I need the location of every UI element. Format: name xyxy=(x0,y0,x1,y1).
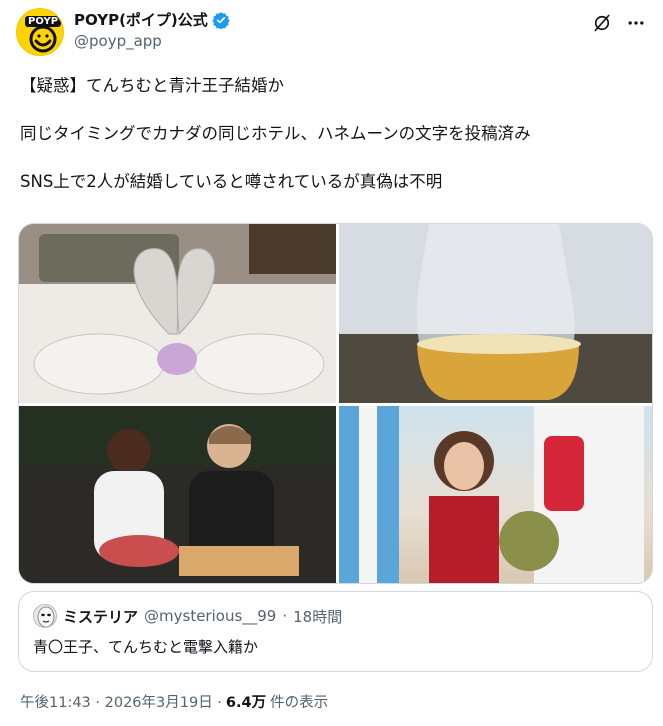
quote-time: 18時間 xyxy=(293,607,343,626)
quote-separator: · xyxy=(282,607,288,625)
photo-beer-glass[interactable] xyxy=(339,224,652,403)
author-handle[interactable]: @poyp_app xyxy=(74,31,230,51)
quote-avatar[interactable] xyxy=(33,604,57,628)
verified-badge-icon xyxy=(212,12,230,29)
photo-couple-dinner[interactable] xyxy=(19,406,336,583)
avatar[interactable]: POYP xyxy=(16,8,64,56)
smile-icon xyxy=(29,25,57,53)
views-label: 件の表示 xyxy=(270,695,329,711)
author-display-name[interactable]: POYP(ポイプ)公式 xyxy=(74,10,208,30)
media-grid xyxy=(18,223,653,584)
tweet-text: 【疑惑】てんちむと青汁王子結婚か 同じタイミングでカナダの同じホテル、ハネムーン… xyxy=(20,76,531,191)
tweet-footer: 午後11:43 · 2026年3月19日 · 6.4万 件の表示 xyxy=(20,691,328,712)
photo-beach-drinks[interactable] xyxy=(339,406,652,583)
timestamp[interactable]: 午後11:43 · 2026年3月19日 · xyxy=(20,691,222,712)
author-display-name-row[interactable]: POYP(ポイプ)公式 xyxy=(74,10,230,30)
quoted-tweet[interactable]: ミステリア @mysterious__99 · 18時間 青〇王子、てんちむと電… xyxy=(18,591,653,672)
quote-display-name: ミステリア xyxy=(63,607,139,626)
more-icon[interactable] xyxy=(625,12,647,34)
quote-text: 青〇王子、てんちむと電撃入籍か xyxy=(33,638,259,656)
photo-towel-swans[interactable] xyxy=(19,224,336,403)
grok-icon[interactable] xyxy=(591,12,613,34)
views-count[interactable]: 6.4万 xyxy=(226,691,266,712)
tweet-header: POYP POYP(ポイプ)公式 @poyp_app xyxy=(16,8,647,56)
mask-icon xyxy=(37,606,55,627)
quote-handle: @mysterious__99 xyxy=(144,607,277,625)
